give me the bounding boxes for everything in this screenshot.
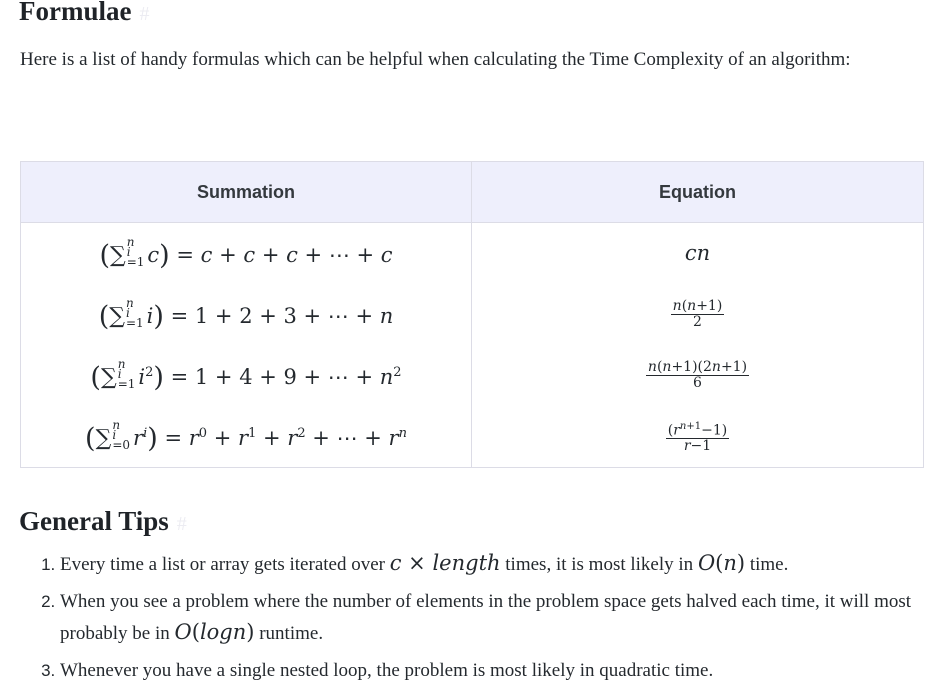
formulae-heading: Formulae # <box>19 0 149 27</box>
general-tips-anchor-link[interactable]: # <box>177 513 187 535</box>
equation-cell: cn <box>471 222 924 284</box>
summation-formula: (∑ n i =1 i) = 1 + 2 + 3 + ⋯ + n <box>98 295 394 332</box>
tips-list: Every time a list or array gets iterated… <box>20 548 947 692</box>
formulae-title: Formulae <box>19 0 132 26</box>
equation-formula: n(n+1) 2 <box>670 298 725 330</box>
equation-formula: n(n+1)(2n+1) 6 <box>645 359 750 391</box>
general-tips-heading: General Tips # <box>19 506 187 537</box>
list-item: Whenever you have a single nested loop, … <box>60 655 947 686</box>
formulae-table: Summation Equation (∑ n i =1 c) = c + c + c … <box>20 161 924 468</box>
formulae-anchor-link[interactable]: # <box>139 3 149 25</box>
general-tips-title: General Tips <box>19 506 169 536</box>
summation-cell: (∑ n i =1 i) = 1 + 2 + 3 + ⋯ + n <box>20 284 472 345</box>
table-row: (∑ n i =0 ri) = r0 + r1 + r2 + ⋯ + rn (rn+1−… <box>20 406 924 468</box>
equation-cell: n(n+1)(2n+1) 6 <box>471 345 924 406</box>
header-equation: Equation <box>471 161 924 223</box>
tip-math: O(n) <box>697 551 746 575</box>
table-header-row: Summation Equation <box>20 161 924 223</box>
tip-text: runtime. <box>254 623 324 644</box>
tip-math: c × length <box>389 551 501 575</box>
intro-text: Here is a list of handy formulas which c… <box>20 49 851 70</box>
summation-cell: (∑ n i =1 i2) = 1 + 4 + 9 + ⋯ + n2 <box>20 345 472 406</box>
table-row: (∑ n i =1 i2) = 1 + 4 + 9 + ⋯ + n2 n(n+1)(2n… <box>20 345 924 406</box>
summation-cell: (∑ n i =1 c) = c + c + c + ⋯ + c <box>20 222 472 284</box>
summation-formula: (∑ n i =1 i2) = 1 + 4 + 9 + ⋯ + n2 <box>90 356 402 393</box>
equation-formula: cn <box>684 241 711 265</box>
equation-cell: n(n+1) 2 <box>471 284 924 345</box>
tip-text: Every time a list or array gets iterated… <box>60 554 390 575</box>
header-summation: Summation <box>20 161 472 223</box>
equation-cell: (rn+1−1) r−1 <box>471 406 924 468</box>
list-item: When you see a problem where the number … <box>60 586 947 649</box>
equation-formula: (rn+1−1) r−1 <box>665 420 730 455</box>
list-item: Every time a list or array gets iterated… <box>60 548 947 580</box>
tip-text: times, it is most likely in <box>500 554 698 575</box>
tip-text: time. <box>745 554 789 575</box>
table-row: (∑ n i =1 i) = 1 + 2 + 3 + ⋯ + n n(n+1) 2 <box>20 284 924 345</box>
summation-formula: (∑ n i =0 ri) = r0 + r1 + r2 + ⋯ + rn <box>85 417 407 454</box>
summation-cell: (∑ n i =0 ri) = r0 + r1 + r2 + ⋯ + rn <box>20 406 472 468</box>
table-row: (∑ n i =1 c) = c + c + c + ⋯ + c cn <box>20 222 924 284</box>
tip-text: Whenever you have a single nested loop, … <box>60 660 714 681</box>
tip-math: O(logn) <box>174 620 255 644</box>
summation-formula: (∑ n i =1 c) = c + c + c + ⋯ + c <box>99 234 393 271</box>
